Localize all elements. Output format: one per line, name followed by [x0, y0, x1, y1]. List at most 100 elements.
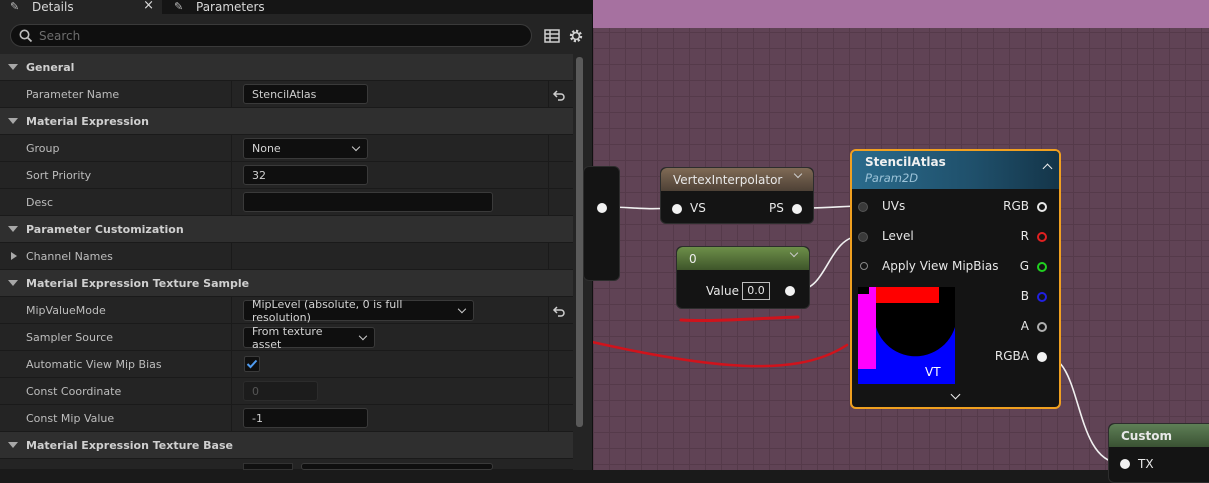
collapse-arrow-icon[interactable]	[8, 118, 18, 124]
collapse-arrow-icon[interactable]	[8, 226, 18, 232]
g-output-pin[interactable]	[1037, 262, 1047, 272]
material-graph-canvas[interactable]: VertexInterpolator VS PS 0 Value 0.0 Ste…	[583, 0, 1209, 483]
pin-label: G	[1019, 259, 1029, 273]
texture-thumbnail[interactable]	[243, 463, 293, 470]
a-output-pin[interactable]	[1037, 322, 1047, 332]
constant-node[interactable]: 0 Value 0.0	[676, 246, 810, 309]
section-parameter-customization[interactable]: Parameter Customization	[0, 216, 573, 243]
parameter-name-input[interactable]: StencilAtlas	[243, 84, 368, 104]
tab-details-label: Details	[32, 0, 74, 14]
desc-input[interactable]	[243, 192, 493, 212]
apply-view-mipbias-pin[interactable]	[860, 262, 868, 270]
sampler-source-combo[interactable]: From texture asset	[243, 325, 375, 351]
section-title: Parameter Customization	[26, 222, 184, 236]
stencil-atlas-node[interactable]: StencilAtlas Param2D UVs Level Apply Vie…	[850, 149, 1061, 409]
custom-node[interactable]: Custom TX	[1108, 423, 1209, 483]
prop-row-auto-view-mip-bias: Automatic View Mip Bias	[0, 351, 573, 378]
tab-details[interactable]: ✎ Details ×	[0, 0, 162, 14]
prop-label: Sort Priority	[26, 169, 92, 182]
pencil-icon: ✎	[174, 0, 184, 13]
collapse-arrow-icon[interactable]	[8, 64, 18, 70]
collapse-arrow-icon[interactable]	[8, 280, 18, 286]
section-title: Material Expression	[26, 114, 149, 128]
prop-label: Sampler Source	[26, 331, 114, 344]
value-label: Value	[706, 284, 739, 298]
section-general[interactable]: General	[0, 54, 573, 81]
output-pin[interactable]	[597, 203, 607, 213]
search-icon	[19, 29, 33, 42]
node-title: VertexInterpolator	[673, 173, 783, 187]
node-subtitle: Param2D	[865, 171, 919, 185]
tab-parameters-label: Parameters	[196, 0, 265, 14]
node-header: VertexInterpolator	[661, 168, 813, 191]
mip-value-mode-combo[interactable]: MipLevel (absolute, 0 is full resolution…	[243, 297, 474, 324]
chevron-down-icon[interactable]	[950, 389, 961, 400]
prop-row-sort-priority: Sort Priority 32	[0, 162, 573, 189]
prop-row-mip-value-mode: MipValueMode MipLevel (absolute, 0 is fu…	[0, 297, 573, 324]
pin-label: R	[1020, 229, 1029, 243]
pin-label: B	[1020, 289, 1029, 303]
sort-priority-input[interactable]: 32	[243, 165, 368, 185]
chevron-down-icon	[358, 331, 368, 340]
chevron-down-icon[interactable]	[793, 169, 803, 179]
prop-row-channel-names[interactable]: Channel Names	[0, 243, 573, 270]
constant-value-input[interactable]: 0.0	[742, 282, 770, 300]
section-texture-sample[interactable]: Material Expression Texture Sample	[0, 270, 573, 297]
prop-label: Desc	[26, 196, 54, 209]
const-coordinate-input: 0	[243, 381, 318, 401]
prop-row-desc: Desc	[0, 189, 573, 216]
pin-label: A	[1020, 319, 1029, 333]
annotation-arrow	[593, 340, 849, 368]
section-texture-base[interactable]: Material Expression Texture Base	[0, 432, 573, 459]
annotation-underline	[679, 315, 800, 323]
ps-output-pin[interactable]	[792, 204, 802, 214]
vs-input-pin[interactable]	[672, 204, 682, 214]
pin-label: TX	[1138, 457, 1154, 471]
auto-view-mip-bias-checkbox[interactable]	[244, 356, 260, 372]
r-output-pin[interactable]	[1037, 232, 1047, 242]
node-title: Custom	[1109, 424, 1209, 447]
const-mip-value-input[interactable]: -1	[243, 408, 368, 428]
vertex-interpolator-node[interactable]: VertexInterpolator VS PS	[660, 167, 814, 224]
group-combo[interactable]: None	[243, 138, 368, 159]
constant-output-pin[interactable]	[785, 286, 795, 296]
pin-label: Apply View MipBias	[882, 259, 999, 273]
partial-node[interactable]	[583, 166, 620, 281]
tab-parameters[interactable]: ✎ Parameters	[164, 0, 314, 14]
reset-to-default-icon[interactable]	[552, 88, 566, 102]
b-output-pin[interactable]	[1037, 292, 1047, 302]
chevron-down-icon	[458, 304, 467, 313]
pin-label: RGB	[1003, 199, 1029, 213]
reset-to-default-icon[interactable]	[552, 304, 566, 318]
uvs-input-pin[interactable]	[858, 202, 868, 212]
prop-label: Automatic View Mip Bias	[26, 358, 162, 371]
section-title: General	[26, 60, 75, 74]
prop-label: Const Mip Value	[26, 412, 115, 425]
pin-label: UVs	[882, 199, 906, 213]
texture-asset-picker[interactable]	[301, 463, 493, 470]
search-input[interactable]	[39, 28, 519, 43]
combo-value: MipLevel (absolute, 0 is full resolution…	[252, 297, 403, 324]
rgba-output-pin[interactable]	[1037, 352, 1047, 362]
section-material-expression[interactable]: Material Expression	[0, 108, 573, 135]
chevron-down-icon[interactable]	[789, 248, 799, 258]
prop-label: Const Coordinate	[26, 385, 122, 398]
section-title: Material Expression Texture Sample	[26, 276, 250, 290]
collapse-arrow-icon[interactable]	[8, 442, 18, 448]
rgb-output-pin[interactable]	[1037, 202, 1047, 212]
level-input-pin[interactable]	[858, 232, 868, 242]
node-header: StencilAtlas Param2D	[852, 151, 1059, 189]
prop-row-texture	[0, 459, 573, 470]
node-title: StencilAtlas	[865, 155, 946, 169]
close-icon[interactable]: ×	[143, 0, 154, 13]
settings-gear-icon[interactable]	[567, 27, 585, 45]
node-header: 0	[677, 247, 809, 270]
table-view-icon[interactable]	[543, 27, 561, 45]
pin-label: Level	[882, 229, 914, 243]
details-panel: ✎ Details × ✎ Parameters General Paramet…	[0, 0, 593, 470]
tx-input-pin[interactable]	[1120, 459, 1130, 469]
details-scrollbar[interactable]	[576, 57, 583, 427]
tab-bar: ✎ Details × ✎ Parameters	[0, 0, 593, 14]
expand-arrow-icon[interactable]	[11, 252, 17, 260]
pin-label: VS	[690, 201, 706, 215]
